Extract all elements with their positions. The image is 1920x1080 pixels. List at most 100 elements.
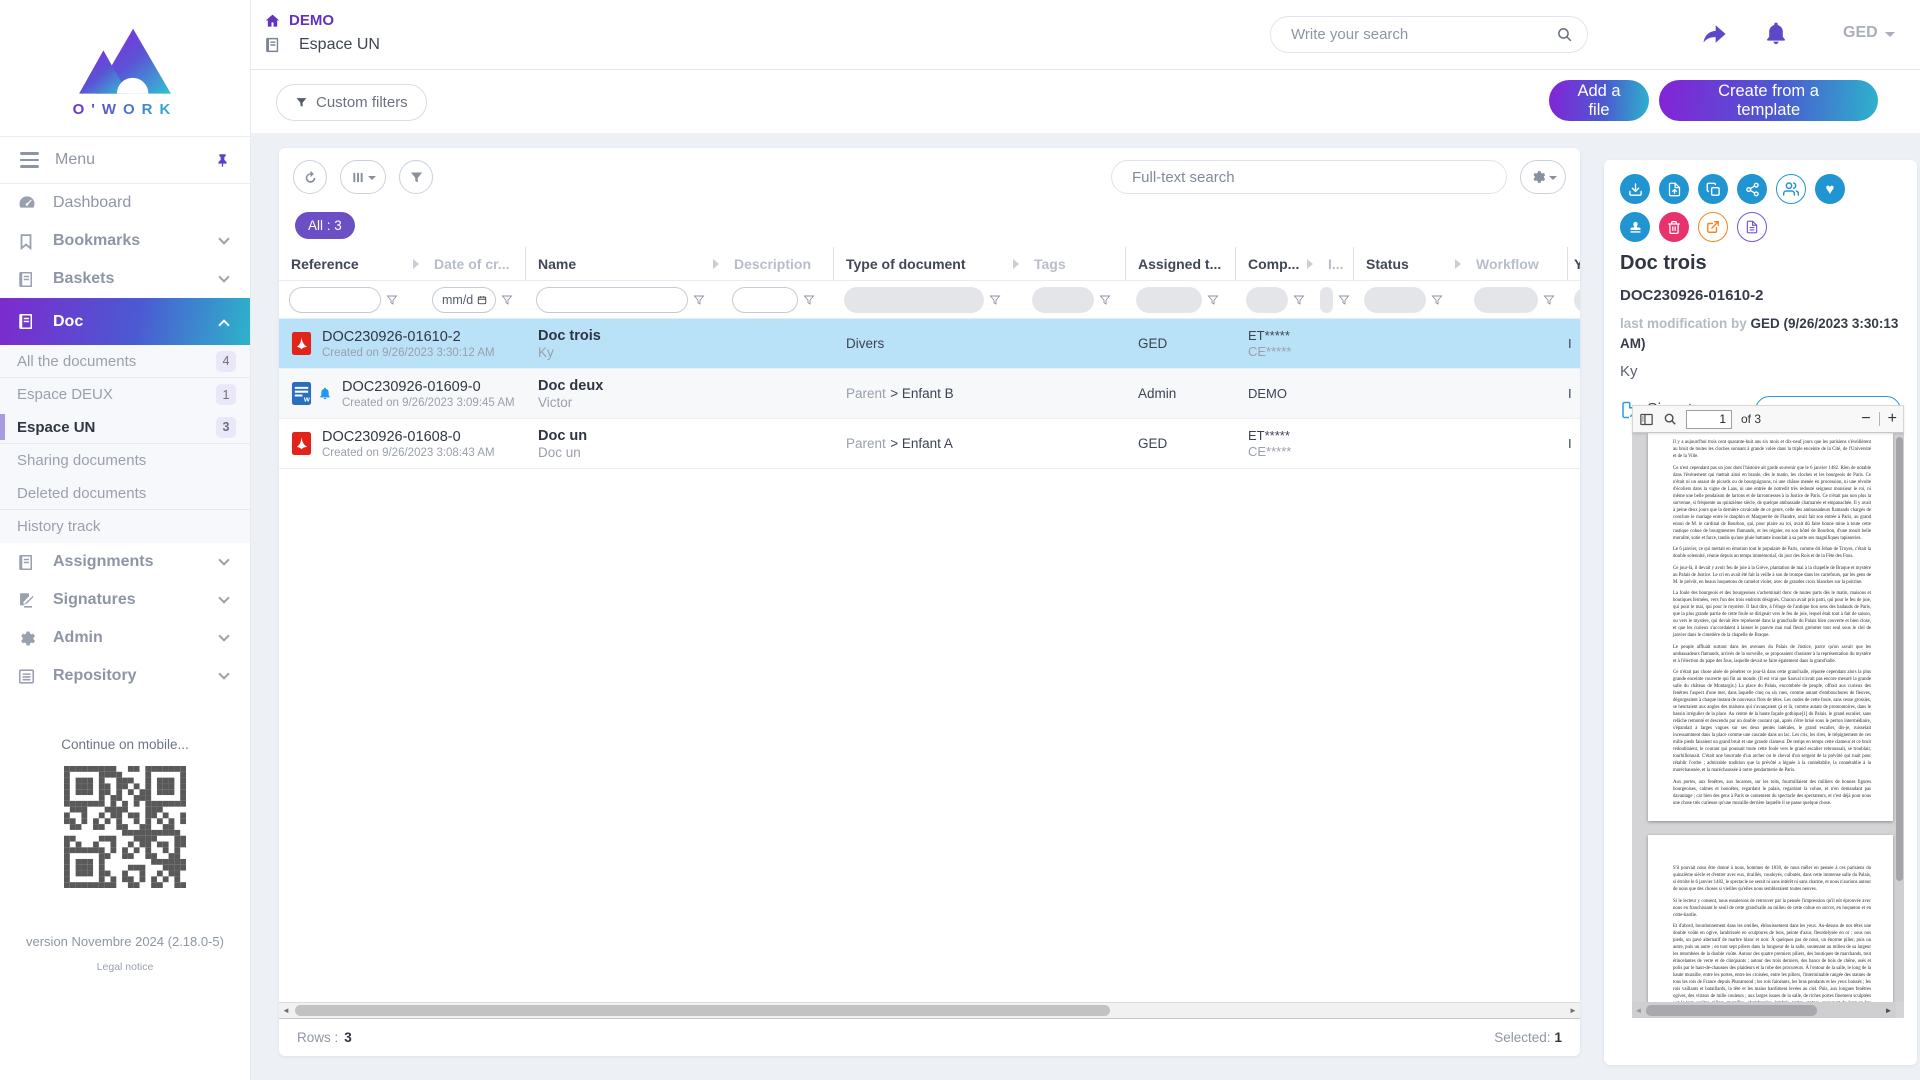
description-filter-input[interactable] [732, 287, 798, 313]
share-button[interactable] [1737, 174, 1767, 204]
filter-all-pill[interactable]: All : 3 [295, 212, 355, 239]
tags-filter-select[interactable] [1032, 287, 1094, 313]
funnel-icon[interactable] [1543, 294, 1555, 306]
funnel-icon[interactable] [693, 294, 705, 306]
sidebar-item-admin[interactable]: Admin [0, 619, 250, 657]
sidebar-item-assignments[interactable]: Assignments [0, 543, 250, 581]
column-header-type[interactable]: Type of document [834, 247, 1022, 280]
status-filter-select[interactable] [1364, 287, 1426, 313]
column-expand-icon[interactable] [413, 259, 419, 269]
table-settings-button[interactable] [1520, 160, 1566, 194]
hamburger-icon[interactable] [20, 152, 39, 168]
pdf-vertical-scrollbar[interactable] [1895, 433, 1904, 1002]
share-forward-icon[interactable] [1699, 20, 1730, 48]
sidebar-item-all-the-documents[interactable]: All the documents 4 [0, 345, 250, 378]
copy-button[interactable] [1698, 174, 1728, 204]
download-button[interactable] [1620, 174, 1650, 204]
scroll-right-arrow[interactable]: ► [1566, 1006, 1580, 1015]
column-header-name[interactable]: Name [526, 247, 722, 280]
bell-icon[interactable] [1763, 19, 1789, 48]
funnel-icon[interactable] [803, 294, 815, 306]
page-number-input[interactable] [1686, 410, 1732, 429]
column-header-y[interactable]: Y... [1568, 247, 1580, 280]
table-row[interactable]: w DOC230926-01609-0 Created on 9/26/2023… [279, 369, 1580, 419]
refresh-button[interactable] [293, 160, 327, 194]
breadcrumb[interactable]: DEMO [264, 12, 334, 29]
sidebar-item-signatures[interactable]: Signatures [0, 581, 250, 619]
stamp-button[interactable] [1620, 212, 1650, 242]
pin-sidebar-icon[interactable] [215, 152, 230, 169]
add-file-button[interactable]: Add a file [1549, 80, 1649, 121]
sidebar-toggle-icon[interactable] [1639, 412, 1654, 427]
company-filter-select[interactable] [1246, 287, 1288, 313]
current-space[interactable]: Espace UN [264, 36, 380, 54]
y-filter-select[interactable] [1574, 287, 1580, 313]
funnel-icon[interactable] [1099, 294, 1111, 306]
scroll-right-arrow[interactable]: ► [1882, 1006, 1895, 1015]
table-row[interactable]: DOC230926-01608-0 Created on 9/26/2023 3… [279, 419, 1580, 469]
columns-button[interactable] [340, 160, 386, 194]
legal-notice-link[interactable]: Legal notice [0, 961, 250, 973]
column-header-assigned[interactable]: Assigned t... [1126, 247, 1236, 280]
create-from-template-button[interactable]: Create from a template [1659, 80, 1878, 121]
pdf-search-icon[interactable] [1663, 412, 1677, 426]
scroll-left-arrow[interactable]: ◄ [1632, 1006, 1645, 1015]
zoom-in-button[interactable]: + [1888, 411, 1897, 427]
filter-button[interactable] [399, 160, 433, 194]
workflow-filter-select[interactable] [1474, 287, 1538, 313]
column-header-status[interactable]: Status [1354, 247, 1464, 280]
name-filter-input[interactable] [536, 287, 688, 313]
funnel-icon[interactable] [501, 294, 513, 306]
sidebar-item-baskets[interactable]: Baskets [0, 260, 250, 298]
sidebar-item-espace-un[interactable]: Espace UN 3 [0, 411, 250, 444]
assigned-filter-select[interactable] [1136, 287, 1202, 313]
column-header-company[interactable]: Comp... [1236, 247, 1316, 280]
delete-button[interactable] [1659, 212, 1689, 242]
upload-version-button[interactable] [1659, 174, 1689, 204]
funnel-icon[interactable] [1207, 294, 1219, 306]
sidebar-item-sharing-documents[interactable]: Sharing documents [0, 444, 250, 477]
column-header-tags[interactable]: Tags [1022, 247, 1126, 280]
column-expand-icon[interactable] [1307, 259, 1313, 269]
column-header-date[interactable]: Date of cr... [422, 247, 526, 280]
scrollbar-thumb[interactable] [1646, 1005, 1817, 1016]
sidebar-item-espace-deux[interactable]: Espace DEUX 1 [0, 378, 250, 411]
scroll-left-arrow[interactable]: ◄ [279, 1006, 293, 1015]
table-horizontal-scrollbar[interactable]: ◄ ► [279, 1002, 1580, 1019]
reference-filter-input[interactable] [289, 287, 381, 313]
user-menu[interactable]: GED [1843, 24, 1895, 42]
assign-users-button[interactable] [1776, 174, 1806, 204]
column-expand-icon[interactable] [1455, 259, 1461, 269]
scrollbar-thumb[interactable] [295, 1005, 1110, 1016]
global-search-input[interactable] [1289, 25, 1556, 44]
zoom-out-button[interactable]: − [1861, 411, 1870, 427]
column-header-workflow[interactable]: Workflow [1464, 247, 1568, 280]
type-filter-select[interactable] [844, 287, 984, 313]
sidebar-item-dashboard[interactable]: Dashboard [0, 184, 250, 222]
table-row[interactable]: DOC230926-01610-2 Created on 9/26/2023 3… [279, 319, 1580, 369]
funnel-icon[interactable] [1293, 294, 1305, 306]
custom-filters-button[interactable]: Custom filters [276, 84, 427, 121]
funnel-icon[interactable] [1338, 294, 1350, 306]
column-expand-icon[interactable] [1013, 259, 1019, 269]
pdf-horizontal-scrollbar[interactable]: ◄ ► [1632, 1002, 1895, 1018]
funnel-icon[interactable] [1431, 294, 1443, 306]
column-header-reference[interactable]: Reference [279, 247, 422, 280]
favorite-button[interactable]: ♥ [1815, 174, 1845, 204]
pdf-canvas-area[interactable]: Il y a aujourd'hui trois cent quarante-h… [1632, 433, 1904, 1018]
date-filter-input[interactable]: mm/d [432, 287, 496, 313]
sidebar-item-bookmarks[interactable]: Bookmarks [0, 222, 250, 260]
app-logo[interactable]: O'WORK [0, 0, 250, 136]
funnel-icon[interactable] [386, 294, 398, 306]
i-filter-select[interactable] [1320, 287, 1333, 313]
document-info-button[interactable] [1737, 212, 1767, 242]
search-icon[interactable] [1556, 26, 1573, 43]
column-header-i[interactable]: I... [1316, 247, 1354, 280]
scrollbar-thumb[interactable] [1896, 437, 1903, 881]
column-header-description[interactable]: Description [722, 247, 834, 280]
sidebar-item-history-track[interactable]: History track [0, 510, 250, 543]
sidebar-item-doc[interactable]: Doc [0, 298, 250, 345]
column-expand-icon[interactable] [713, 259, 719, 269]
sidebar-item-repository[interactable]: Repository [0, 657, 250, 695]
fulltext-search-input[interactable] [1130, 168, 1488, 187]
